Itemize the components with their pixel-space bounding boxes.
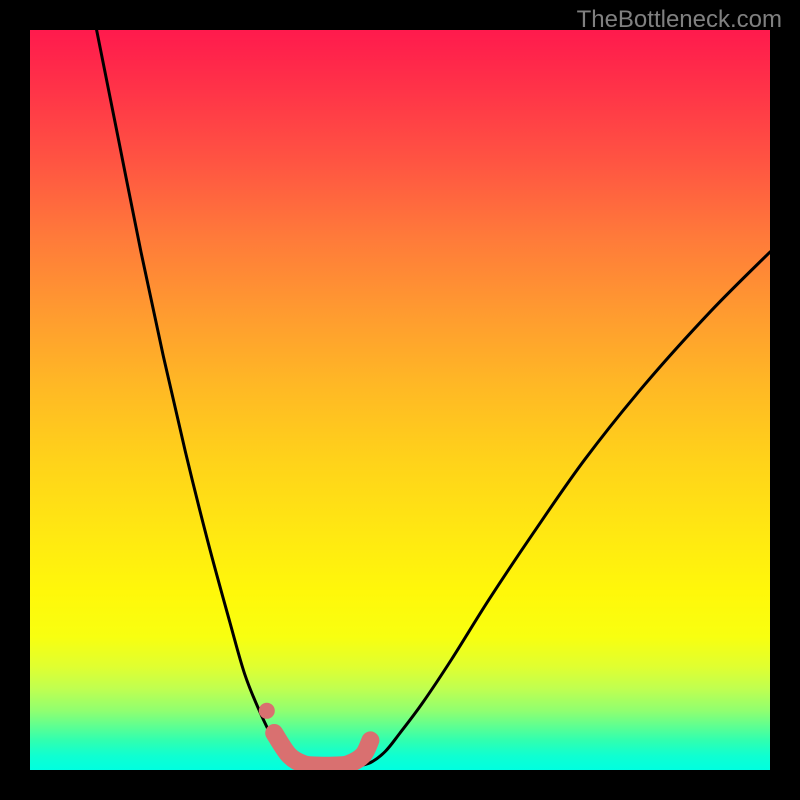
chart-gradient-background xyxy=(30,30,770,770)
watermark-text: TheBottleneck.com xyxy=(577,6,782,34)
chart-container xyxy=(30,30,770,770)
